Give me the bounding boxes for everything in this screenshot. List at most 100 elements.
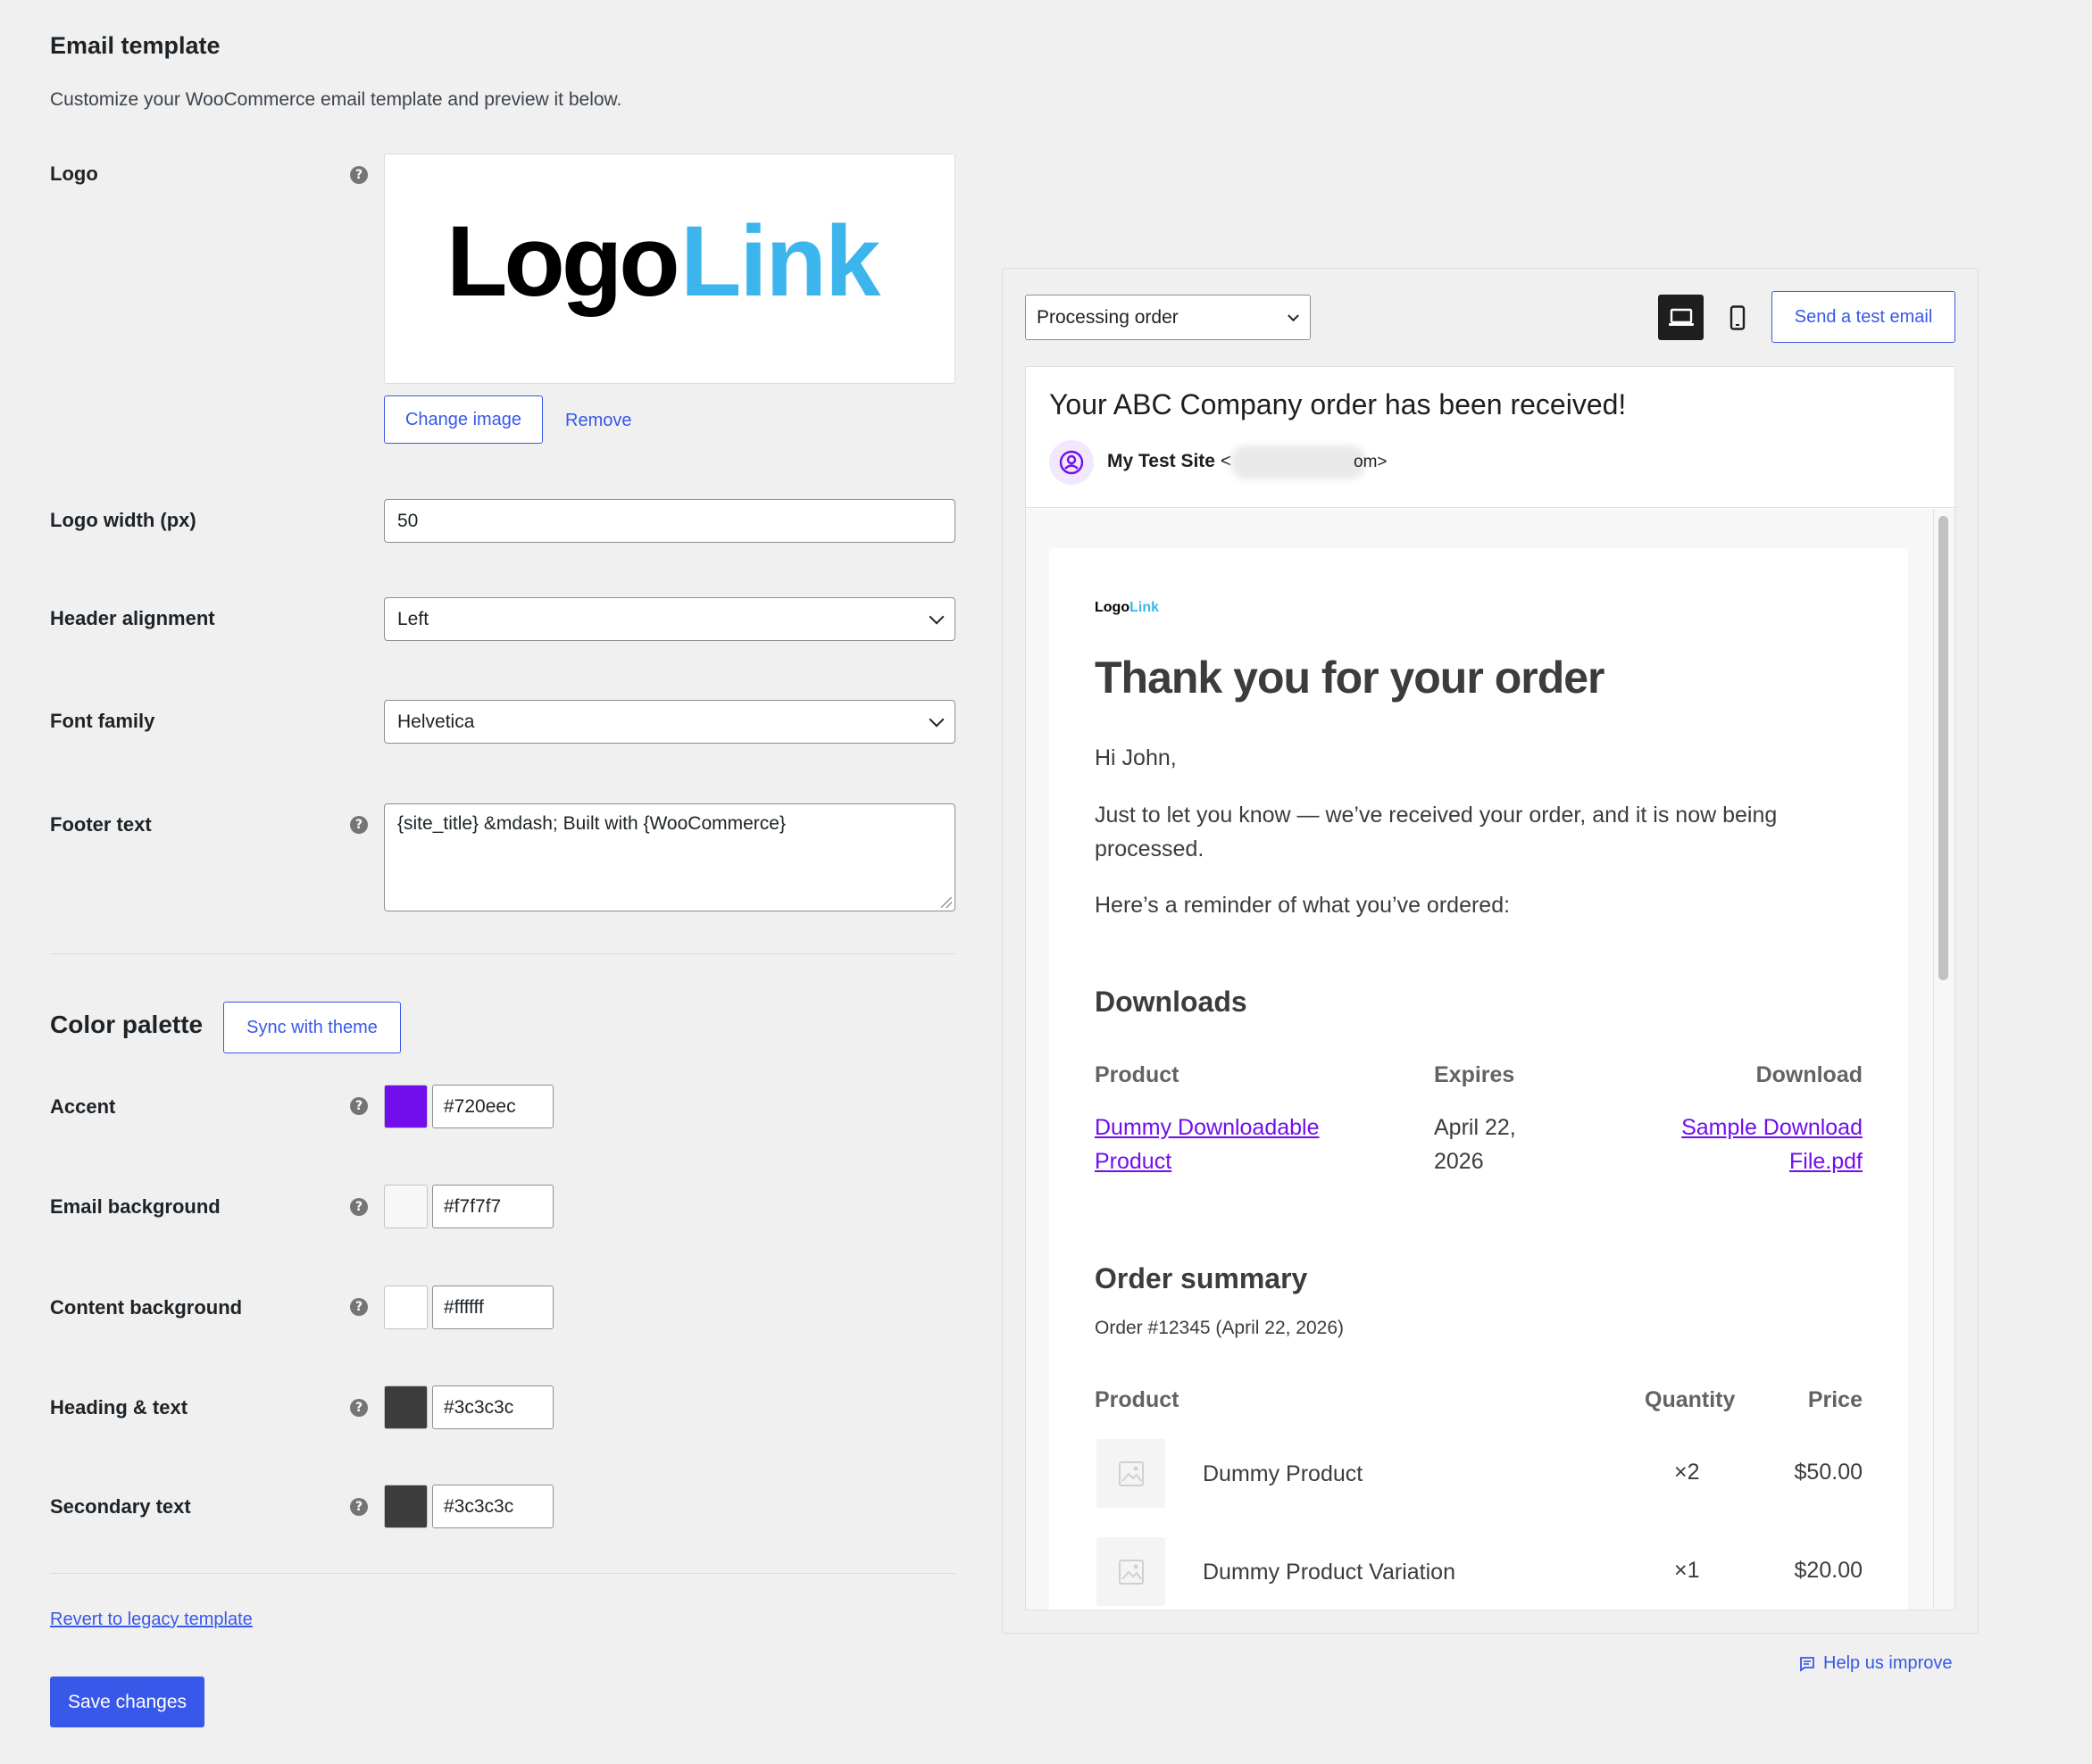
- heading-text-help-icon[interactable]: ?: [350, 1399, 368, 1417]
- accent-help-icon[interactable]: ?: [350, 1097, 368, 1115]
- change-image-button[interactable]: Change image: [384, 395, 543, 444]
- logo-width-value: 50: [397, 510, 419, 531]
- order-summary-title: Order summary: [1095, 1262, 1308, 1294]
- email-content-card: LogoLink Thank you for your order Hi Joh…: [1049, 548, 1908, 1610]
- header-alignment-value: Left: [397, 608, 429, 629]
- header-alignment-select[interactable]: Left: [384, 597, 955, 641]
- page-title: Email template: [50, 32, 221, 59]
- sender-name: My Test Site <: [1107, 451, 1231, 472]
- color-label: Accent: [50, 1095, 116, 1118]
- section-divider: [50, 1573, 955, 1574]
- color-hex-value: #f7f7f7: [444, 1195, 502, 1217]
- help-us-improve-link[interactable]: Help us improve: [1798, 1653, 1953, 1674]
- email-logo: LogoLink: [1095, 600, 1159, 616]
- sender-name-text: My Test Site: [1107, 451, 1215, 471]
- redacted-email: [1231, 445, 1365, 479]
- downloads-header-expires: Expires: [1434, 1062, 1515, 1087]
- content-background-swatch[interactable]: [384, 1286, 428, 1329]
- accent-hex-input[interactable]: #720eec: [432, 1085, 554, 1128]
- order-meta: Order #12345 (April 22, 2026): [1095, 1318, 1344, 1338]
- save-changes-button[interactable]: Save changes: [50, 1677, 204, 1727]
- chevron-down-icon: [929, 609, 945, 624]
- header-alignment-label: Header alignment: [50, 607, 215, 629]
- page-description: Customize your WooCommerce email templat…: [50, 89, 622, 110]
- email-background-help-icon[interactable]: ?: [350, 1198, 368, 1216]
- secondary-text-hex-input[interactable]: #3c3c3c: [432, 1485, 554, 1528]
- summary-header-price: Price: [1807, 1387, 1863, 1412]
- email-type-select[interactable]: Processing order: [1025, 295, 1311, 340]
- email-background-hex-input[interactable]: #f7f7f7: [432, 1185, 554, 1228]
- logo-text-light: Link: [680, 206, 881, 317]
- footer-text-input[interactable]: {site_title} &mdash; Built with {WooComm…: [384, 803, 955, 911]
- email-header: Your ABC Company order has been received…: [1026, 367, 1954, 508]
- scrollbar[interactable]: [1933, 509, 1954, 1610]
- email-heading: Thank you for your order: [1095, 653, 1605, 703]
- font-family-value: Helvetica: [397, 711, 475, 732]
- remove-logo-button[interactable]: Remove: [565, 411, 631, 431]
- secondary-text-help-icon[interactable]: ?: [350, 1498, 368, 1516]
- color-label: Email background: [50, 1195, 221, 1218]
- font-family-label: Font family: [50, 710, 155, 732]
- logo-preview: Logo Link: [384, 154, 955, 384]
- product-thumbnail: [1096, 1537, 1165, 1606]
- smartphone-icon: [1729, 304, 1745, 330]
- order-item-name: Dummy Product Variation: [1203, 1560, 1455, 1585]
- color-palette-title: Color palette: [50, 1011, 204, 1038]
- download-product-link[interactable]: Dummy Downloadable Product: [1095, 1111, 1320, 1178]
- heading-text-hex-input[interactable]: #3c3c3c: [432, 1385, 554, 1429]
- download-product-line1: Dummy Downloadable: [1095, 1115, 1320, 1140]
- resize-handle-icon[interactable]: [941, 897, 952, 908]
- order-item-qty: ×2: [1674, 1460, 1700, 1485]
- secondary-text-swatch[interactable]: [384, 1485, 428, 1528]
- feedback-icon: [1800, 1656, 1814, 1672]
- summary-header-quantity: Quantity: [1645, 1387, 1736, 1412]
- download-file-line1: Sample Download: [1681, 1115, 1863, 1140]
- content-background-help-icon[interactable]: ?: [350, 1298, 368, 1316]
- download-expires-line2: 2026: [1434, 1149, 1484, 1174]
- logo-text-dark: Logo: [446, 206, 677, 317]
- downloads-header-download: Download: [1755, 1062, 1863, 1087]
- sender-email-tail: om>: [1354, 453, 1388, 471]
- download-file-link[interactable]: Sample Download File.pdf: [1681, 1111, 1863, 1178]
- sync-with-theme-button[interactable]: Sync with theme: [223, 1002, 401, 1053]
- color-hex-value: #3c3c3c: [444, 1396, 514, 1418]
- downloads-header-product: Product: [1095, 1062, 1179, 1087]
- email-type-value: Processing order: [1037, 306, 1179, 328]
- order-item-qty: ×1: [1674, 1558, 1700, 1583]
- image-placeholder-icon: [1118, 1460, 1144, 1486]
- email-greeting: Hi John,: [1095, 745, 1177, 770]
- email-logo-light: Link: [1129, 600, 1159, 615]
- logo-width-input[interactable]: 50: [384, 499, 955, 543]
- logo-width-label: Logo width (px): [50, 509, 196, 531]
- footer-help-icon[interactable]: ?: [350, 816, 368, 834]
- image-placeholder-icon: [1118, 1559, 1144, 1585]
- email-reminder: Here’s a reminder of what you’ve ordered…: [1095, 893, 1511, 918]
- email-body[interactable]: LogoLink Thank you for your order Hi Joh…: [1026, 509, 1954, 1610]
- email-logo-dark: Logo: [1095, 600, 1130, 615]
- revert-legacy-template-link[interactable]: Revert to legacy template: [50, 1610, 253, 1630]
- user-circle-icon: [1059, 450, 1084, 475]
- email-intro-line1: Just to let you know — we’ve received yo…: [1095, 803, 1778, 828]
- download-file-line2: File.pdf: [1789, 1149, 1863, 1174]
- content-background-hex-input[interactable]: #ffffff: [432, 1286, 554, 1329]
- email-background-swatch[interactable]: [384, 1185, 428, 1228]
- chevron-down-icon: [929, 711, 945, 727]
- heading-text-swatch[interactable]: [384, 1385, 428, 1429]
- order-item-price: $20.00: [1794, 1558, 1863, 1583]
- download-expires: April 22, 2026: [1434, 1111, 1516, 1178]
- footer-text-value: {site_title} &mdash; Built with {WooComm…: [397, 813, 786, 834]
- mobile-preview-button[interactable]: [1714, 295, 1760, 340]
- scrollbar-thumb[interactable]: [1938, 516, 1948, 980]
- order-item-name: Dummy Product: [1203, 1461, 1363, 1486]
- font-family-select[interactable]: Helvetica: [384, 700, 955, 744]
- logo-label: Logo: [50, 162, 98, 185]
- product-thumbnail: [1096, 1439, 1165, 1508]
- desktop-preview-button[interactable]: [1658, 295, 1704, 340]
- send-test-email-button[interactable]: Send a test email: [1771, 291, 1955, 343]
- logo-help-icon[interactable]: ?: [350, 166, 368, 184]
- color-label: Secondary text: [50, 1495, 191, 1518]
- accent-swatch[interactable]: [384, 1085, 428, 1128]
- section-divider: [50, 953, 955, 954]
- help-us-improve-label: Help us improve: [1823, 1653, 1953, 1673]
- sender-open-bracket: <: [1220, 451, 1232, 471]
